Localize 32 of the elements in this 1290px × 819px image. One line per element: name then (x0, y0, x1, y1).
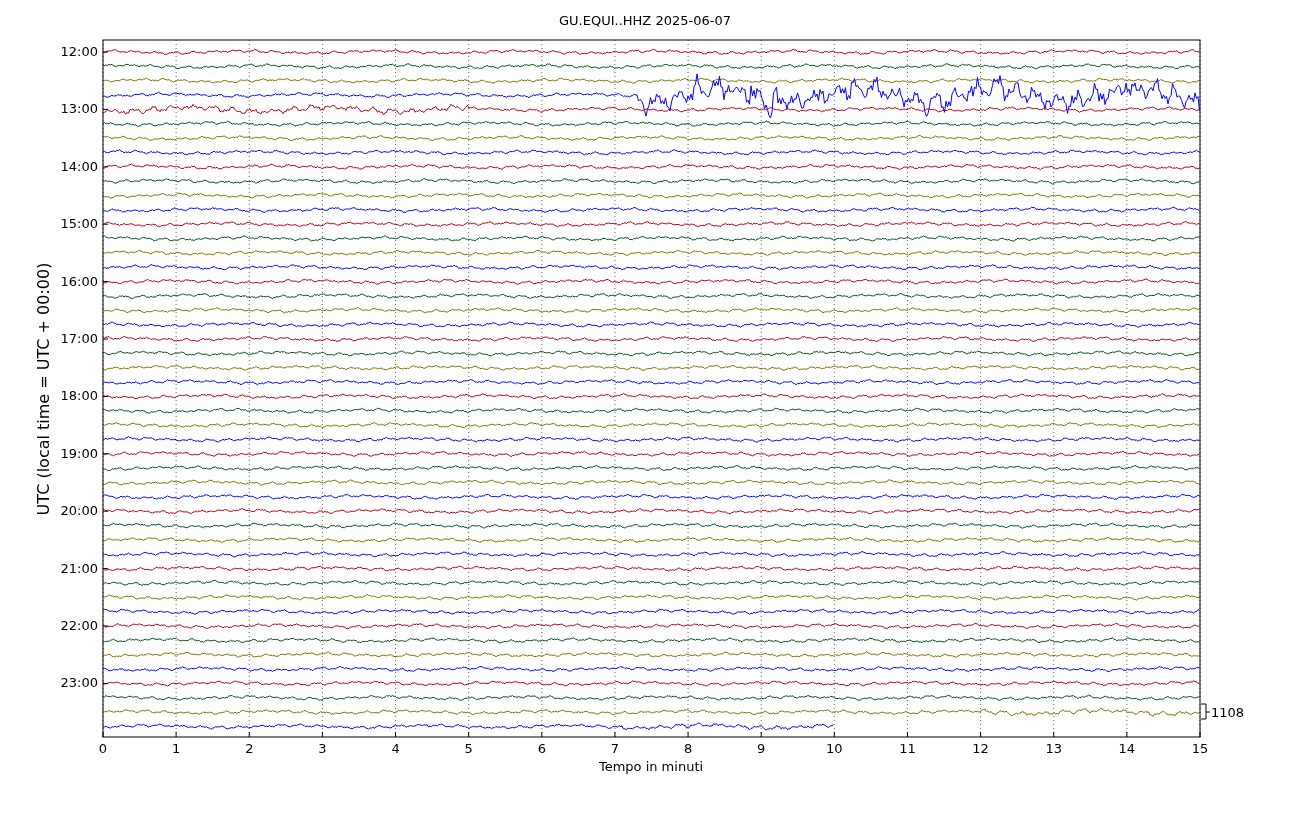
x-tick-label: 12 (972, 741, 989, 756)
y-tick-label: 13:00 (60, 101, 98, 117)
x-tick-label: 2 (245, 741, 254, 756)
y-tick-label: 15:00 (60, 216, 98, 232)
y-tick-label: 19:00 (60, 445, 98, 461)
x-tick-label: 13 (1045, 741, 1062, 756)
x-tick-label: 6 (537, 741, 546, 756)
y-tick-label: 16:00 (60, 273, 98, 289)
x-tick-label: 0 (98, 741, 108, 756)
x-tick-label: 15 (1191, 741, 1209, 756)
y-tick-label: 12:00 (60, 44, 98, 59)
x-tick-label: 4 (391, 741, 400, 756)
y-tick-label: 22:00 (60, 618, 98, 633)
x-tick-label: 11 (899, 741, 916, 756)
y-axis-label: UTC (local time = UTC + 00:00) (34, 262, 53, 516)
x-tick-label: 5 (464, 741, 473, 756)
x-tick-label: 14 (1118, 741, 1136, 756)
x-tick-label: 1 (172, 741, 181, 756)
y-tick-label: 23:00 (60, 675, 98, 691)
x-tick-label: 7 (610, 741, 620, 756)
x-tick-label: 8 (683, 741, 693, 756)
y-tick-label: 17:00 (60, 331, 98, 346)
x-tick-label: 9 (757, 741, 766, 756)
scale-label: 1108 (1211, 705, 1245, 720)
x-tick-label: 10 (826, 741, 843, 756)
y-tick-label: 20:00 (60, 503, 98, 519)
chart-title: GU.EQUI..HHZ 2025-06-07 (559, 13, 731, 28)
y-tick-label: 18:00 (60, 388, 98, 404)
y-tick-label: 14:00 (60, 158, 98, 174)
x-axis-label: Tempo in minuti (598, 759, 704, 774)
x-tick-label: 3 (318, 741, 327, 756)
y-tick-label: 21:00 (60, 560, 98, 576)
